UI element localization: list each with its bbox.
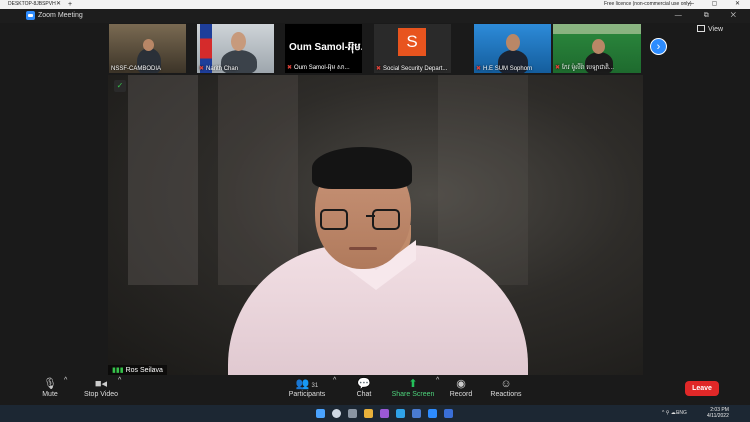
participant-tile[interactable]: S ✖ Social Security Depart...: [374, 24, 451, 73]
muted-mic-icon: ✖: [555, 65, 561, 71]
record-icon: ◉: [456, 378, 466, 390]
muted-mic-icon: ✖: [199, 66, 205, 72]
reactions-icon: ☺: [500, 378, 512, 390]
participant-name: ✖ Oum Samol-អ៊ុម សា...: [287, 65, 350, 71]
windows-taskbar: ^ ⚲ ☁ ♪ ENG 2:03 PM 4/11/2022: [0, 405, 750, 422]
participants-label: Participants: [288, 391, 326, 398]
chevron-right-icon: ›: [656, 41, 661, 53]
chat-button[interactable]: 💬 Chat: [352, 377, 376, 398]
participant-name: ✖ Social Security Depart...: [376, 66, 448, 72]
view-label: View: [708, 26, 724, 33]
remote-desktop-bar: DESKTOP-8JBSPVH ✕ + Free licence (non-co…: [0, 0, 750, 9]
participant-head: [143, 39, 154, 51]
chat-label: Chat: [356, 391, 372, 398]
participant-tile[interactable]: Oum Samol-អ៊ុម... ✖ Oum Samol-អ៊ុម សា...: [285, 24, 362, 73]
edge-icon[interactable]: [396, 409, 405, 418]
participants-button[interactable]: 👥 31 Participants: [288, 377, 326, 398]
participant-display-name: Oum Samol-អ៊ុម...: [289, 42, 362, 53]
window-controls[interactable]: — ⧉ ✕: [675, 9, 746, 23]
next-page-button[interactable]: ›: [650, 38, 667, 55]
new-tab-icon[interactable]: +: [68, 0, 72, 9]
speaker-glasses-right: [372, 209, 400, 230]
stop-video-button[interactable]: ■◂ Stop Video: [80, 377, 122, 398]
speaker-mouth: [349, 247, 377, 250]
speaker-name-label: ▮▮▮ Ros Seilava: [108, 365, 167, 375]
record-label: Record: [449, 391, 473, 398]
clock-date: 4/11/2022: [707, 413, 729, 419]
reactions-label: Reactions: [490, 391, 522, 398]
close-tab-icon[interactable]: ✕: [56, 0, 61, 9]
title-bar: Zoom Meeting — ⧉ ✕: [0, 9, 750, 23]
clock[interactable]: 2:03 PM 4/11/2022: [707, 407, 729, 419]
background-blind: [218, 75, 298, 285]
speaker-glasses-bridge: [366, 215, 375, 217]
share-screen-button[interactable]: ⬆ Share Screen: [390, 377, 436, 398]
mute-button[interactable]: 🎙 Mute: [38, 377, 62, 398]
remote-window-controls[interactable]: — ▢ ✕: [688, 0, 748, 9]
video-options-caret[interactable]: ^: [118, 377, 121, 384]
meeting-toolbar: 🎙 Mute ^ ■◂ Stop Video ^ 👥 31 Participant…: [0, 375, 750, 405]
share-screen-label: Share Screen: [391, 391, 435, 398]
participant-head: [231, 32, 246, 51]
remote-tab[interactable]: DESKTOP-8JBSPVH: [4, 1, 58, 8]
stop-video-label: Stop Video: [83, 391, 119, 398]
participant-name: NSSF-CAMBODIA: [111, 66, 162, 72]
participants-options-caret[interactable]: ^: [333, 377, 336, 384]
search-icon[interactable]: [332, 409, 341, 418]
mute-label: Mute: [42, 391, 58, 398]
muted-mic-icon: ✖: [376, 66, 382, 72]
avatar: S: [398, 28, 426, 56]
participant-tile[interactable]: ✖ Narith Chan: [197, 24, 274, 73]
zoom-taskbar-icon[interactable]: [428, 409, 437, 418]
zoom-logo-icon: [26, 11, 35, 20]
background-blind: [128, 75, 198, 285]
grid-icon: [697, 25, 705, 32]
chat-icon: 💬: [357, 378, 371, 390]
signal-icon: ▮▮▮: [112, 367, 124, 374]
view-button[interactable]: View: [697, 25, 723, 33]
language-indicator[interactable]: ENG: [676, 405, 687, 422]
record-button[interactable]: ◉ Record: [449, 377, 473, 398]
participant-head: [592, 39, 605, 54]
participant-tile[interactable]: NSSF-CAMBODIA: [109, 24, 186, 73]
banner-image: [553, 24, 641, 34]
reactions-button[interactable]: ☺ Reactions: [489, 377, 523, 398]
task-view-icon[interactable]: [348, 409, 357, 418]
muted-mic-icon: ✖: [287, 65, 293, 71]
participant-name: ✖ H.E SUM Sophorn: [476, 66, 533, 72]
speaker-glasses-left: [320, 209, 348, 230]
participants-count: 31: [311, 383, 319, 389]
active-speaker-video: ✓ ▮▮▮ Ros Seilava: [108, 75, 643, 375]
license-text: Free licence (non-commercial use only): [604, 1, 692, 7]
muted-mic-icon: ✖: [476, 66, 482, 72]
participant-tile[interactable]: ✖ កែវ ម៉ូលីរ៉ា បេឡាជាតិ...: [553, 24, 641, 73]
share-options-caret[interactable]: ^: [436, 377, 439, 384]
microphone-icon: 🎙: [43, 378, 57, 390]
participant-name: ✖ Narith Chan: [199, 66, 239, 72]
speaker-hair: [312, 147, 412, 189]
audio-options-caret[interactable]: ^: [64, 377, 67, 384]
participants-icon: 👥 31: [295, 378, 319, 390]
store-icon[interactable]: [412, 409, 421, 418]
start-icon[interactable]: [316, 409, 325, 418]
participant-tile[interactable]: ✖ H.E SUM Sophorn: [474, 24, 551, 73]
file-explorer-icon[interactable]: [364, 409, 373, 418]
app-icon[interactable]: [444, 409, 453, 418]
camera-icon: ■◂: [94, 378, 108, 390]
teams-icon[interactable]: [380, 409, 389, 418]
shield-icon[interactable]: ✓: [114, 80, 126, 92]
participant-head: [506, 34, 520, 51]
window-title: Zoom Meeting: [38, 12, 83, 19]
share-screen-icon: ⬆: [408, 378, 418, 390]
leave-button[interactable]: Leave: [685, 381, 719, 396]
participant-name: ✖ កែវ ម៉ូលីរ៉ា បេឡាជាតិ...: [555, 65, 614, 71]
